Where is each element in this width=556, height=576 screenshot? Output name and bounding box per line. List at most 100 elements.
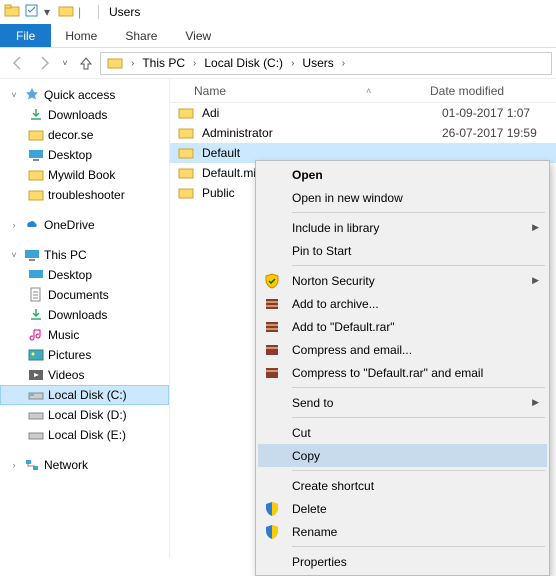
titlebar: ▾ | Users [0,0,556,24]
breadcrumb-folder[interactable]: Users [298,56,337,70]
desktop-icon [28,147,44,163]
archive-icon [264,319,280,335]
ctx-add-archive[interactable]: Add to archive... [258,292,547,315]
breadcrumb-drive[interactable]: Local Disk (C:) [200,56,287,70]
chevron-right-icon[interactable]: › [287,58,298,69]
tab-view[interactable]: View [171,24,225,47]
up-button[interactable] [74,51,98,75]
shield-icon [264,524,280,540]
separator [292,546,545,547]
ctx-compress-email[interactable]: Compress and email... [258,338,547,361]
sidebar-item-desktop[interactable]: Desktop [0,145,169,165]
chevron-right-icon[interactable]: › [8,460,20,470]
separator [292,212,545,213]
document-icon [28,287,44,303]
ribbon: File Home Share View [0,24,556,48]
chevron-down-icon[interactable]: ˅ [8,250,20,260]
ctx-copy[interactable]: Copy [258,444,547,467]
sidebar-item-drive-d[interactable]: Local Disk (D:) [0,405,169,425]
file-tab[interactable]: File [0,24,51,47]
ctx-norton[interactable]: Norton Security▶ [258,269,547,292]
ctx-open-new-window[interactable]: Open in new window [258,186,547,209]
folder-icon [28,127,44,143]
archive-mail-icon [264,365,280,381]
ctx-cut[interactable]: Cut [258,421,547,444]
window-title: Users [98,5,140,19]
archive-icon [264,296,280,312]
ctx-compress-rar-email[interactable]: Compress to "Default.rar" and email [258,361,547,384]
sidebar-item-documents[interactable]: Documents [0,285,169,305]
sidebar-item-music[interactable]: Music [0,325,169,345]
sidebar-quick-access[interactable]: ˅ Quick access [0,85,169,105]
context-menu: Open Open in new window Include in libra… [255,160,550,576]
folder-icon [178,105,194,121]
folder-icon [178,185,194,201]
folder-icon [28,167,44,183]
download-icon [28,107,44,123]
folder-icon [107,55,123,71]
cloud-icon [24,217,40,233]
drive-icon [28,427,44,443]
chevron-right-icon[interactable]: › [127,58,138,69]
drive-icon [28,387,44,403]
breadcrumb-thispc[interactable]: This PC [138,56,189,70]
sort-indicator-icon: ˄ [366,86,371,96]
folder-icon [28,187,44,203]
ctx-open[interactable]: Open [258,163,547,186]
sidebar-item-troubleshooter[interactable]: troubleshooter [0,185,169,205]
drive-icon [28,407,44,423]
ctx-add-rar[interactable]: Add to "Default.rar" [258,315,547,338]
properties-qat-icon[interactable] [24,3,40,22]
picture-icon [28,347,44,363]
sidebar-network[interactable]: ›Network [0,455,169,475]
ctx-pin-start[interactable]: Pin to Start [258,239,547,262]
chevron-right-icon[interactable]: › [338,58,349,69]
separator [292,387,545,388]
sidebar-item-drive-e[interactable]: Local Disk (E:) [0,425,169,445]
recent-dropdown[interactable]: ˅ [58,51,72,75]
sidebar-item-drive-c[interactable]: Local Disk (C:) [0,385,169,405]
table-row[interactable]: Administrator26-07-2017 19:59 [170,123,556,143]
music-icon [28,327,44,343]
col-date[interactable]: Date modified [430,84,556,98]
tab-home[interactable]: Home [51,24,111,47]
archive-mail-icon [264,342,280,358]
sidebar-item-videos[interactable]: Videos [0,365,169,385]
sidebar-onedrive[interactable]: ›OneDrive [0,215,169,235]
separator [292,470,545,471]
sidebar: ˅ Quick access Downloads decor.se Deskto… [0,79,170,558]
sidebar-item-mywild[interactable]: Mywild Book [0,165,169,185]
sidebar-item-downloads[interactable]: Downloads [0,105,169,125]
chevron-right-icon[interactable]: › [189,58,200,69]
col-name[interactable]: Name [194,84,226,98]
address-bar[interactable]: › This PC › Local Disk (C:) › Users › [100,52,552,75]
shield-check-icon [264,273,280,289]
column-headers: Name ˄ Date modified [170,79,556,103]
network-icon [24,457,40,473]
drivetools-divider: | [78,5,84,19]
ctx-properties[interactable]: Properties [258,550,547,573]
table-row[interactable]: Adi01-09-2017 1:07 [170,103,556,123]
folder-icon [178,165,194,181]
ctx-delete[interactable]: Delete [258,497,547,520]
sidebar-label: Quick access [44,88,115,102]
tab-share[interactable]: Share [111,24,171,47]
ctx-send-to[interactable]: Send to▶ [258,391,547,414]
ctx-include-library[interactable]: Include in library▶ [258,216,547,239]
sidebar-item-pictures[interactable]: Pictures [0,345,169,365]
chevron-down-icon[interactable]: ˅ [8,90,20,100]
folder-icon [178,145,194,161]
qat-dropdown-icon[interactable]: ▾ [44,5,54,19]
chevron-right-icon[interactable]: › [8,220,20,230]
folder-open-icon [58,3,74,22]
forward-button[interactable] [32,51,56,75]
sidebar-item-downloads[interactable]: Downloads [0,305,169,325]
back-button[interactable] [6,51,30,75]
ctx-create-shortcut[interactable]: Create shortcut [258,474,547,497]
sidebar-thispc[interactable]: ˅This PC [0,245,169,265]
video-icon [28,367,44,383]
sidebar-item-desktop[interactable]: Desktop [0,265,169,285]
chevron-right-icon: ▶ [532,275,539,286]
ctx-rename[interactable]: Rename [258,520,547,543]
sidebar-item-decor[interactable]: decor.se [0,125,169,145]
